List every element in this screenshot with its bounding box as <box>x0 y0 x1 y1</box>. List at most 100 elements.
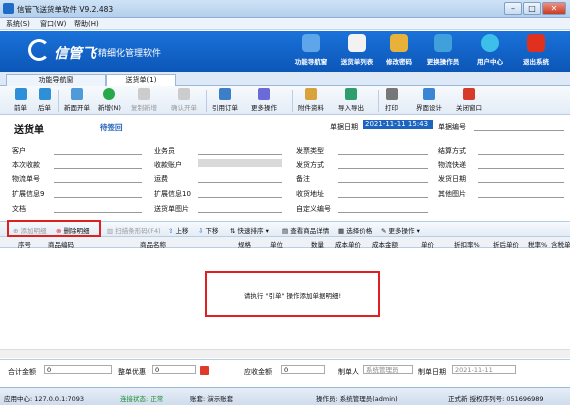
ext-info-10-field[interactable] <box>198 197 282 198</box>
ship-method-field[interactable] <box>338 168 428 169</box>
confirm-icon <box>178 88 190 100</box>
account-label: 收款账户 <box>154 161 182 169</box>
quick-sort-button[interactable]: ⇅ 快速排序 ▾ <box>230 225 269 235</box>
settlement-label: 结算方式 <box>438 147 466 155</box>
monitor-icon <box>302 34 320 52</box>
empty-message: 请执行 "引单" 操作添加单据明细! <box>243 292 342 300</box>
total-field: 0 <box>44 365 112 374</box>
settlement-field[interactable] <box>478 154 564 155</box>
discount-field[interactable]: 0 <box>152 365 196 374</box>
scan-barcode-button[interactable]: ▥ 扫描条形码(F4) <box>107 225 161 235</box>
user-key-icon <box>390 34 408 52</box>
more-actions-button[interactable]: 更多操作 <box>251 88 277 112</box>
invoice-type-field[interactable] <box>338 154 428 155</box>
close-button[interactable]: ✕ <box>542 2 566 15</box>
move-up-button[interactable]: ⇧ 上移 <box>168 225 189 235</box>
date-label: 单据日期 <box>330 123 358 131</box>
users-icon <box>434 34 452 52</box>
freight-field[interactable] <box>198 182 282 183</box>
tab-delivery[interactable]: 送货单(1) <box>106 74 176 86</box>
new-page-button[interactable]: 新面开单 <box>64 88 90 112</box>
license-status: 正式新 授权序列号: 051696989 <box>448 395 544 403</box>
edit-icon[interactable] <box>200 366 209 375</box>
logistics-no-field[interactable] <box>54 182 142 183</box>
maker-field: 系统管理员 <box>363 365 413 374</box>
status-badge: 待签回 <box>100 123 123 132</box>
logistics-express-field[interactable] <box>478 168 564 169</box>
table-icon <box>348 34 366 52</box>
custom-number-field[interactable] <box>338 212 428 213</box>
freight-label: 运费 <box>154 175 168 183</box>
logistics-no-label: 物流单号 <box>12 175 40 183</box>
import-export-button[interactable]: 导入导出 <box>338 88 364 112</box>
remark-field[interactable] <box>338 182 428 183</box>
layout-icon <box>423 88 435 100</box>
new-button[interactable]: 新增(N) <box>98 88 121 112</box>
arrow-down-icon: ⇩ <box>198 227 204 235</box>
layout-design-button[interactable]: 界面设计 <box>416 88 442 112</box>
prev-doc-button[interactable]: 前单 <box>14 88 27 112</box>
banner: 信管飞 精细化管理软件 功能导航窗 送货单列表 修改密码 更换操作员 用户中心 … <box>0 31 570 72</box>
doc-number-field[interactable] <box>474 130 564 131</box>
highlight-box <box>7 220 101 237</box>
power-icon <box>527 34 545 52</box>
next-doc-button[interactable]: 后单 <box>38 88 51 112</box>
nav-switch-operator[interactable]: 更换操作员 <box>418 34 468 70</box>
maximize-button[interactable]: □ <box>523 2 541 15</box>
close-window-button[interactable]: 关闭窗口 <box>456 88 482 112</box>
nav-function-window[interactable]: 功能导航窗 <box>286 34 336 70</box>
maker-label: 制单人 <box>338 368 359 376</box>
customer-label: 客户 <box>12 147 26 155</box>
account-field[interactable] <box>198 159 282 167</box>
attachments-button[interactable]: 附件资料 <box>298 88 324 112</box>
payment-field[interactable] <box>54 168 142 169</box>
nav-user-center[interactable]: 用户中心 <box>465 34 515 70</box>
customer-field[interactable] <box>54 154 142 155</box>
import-order-button[interactable]: 引用订单 <box>212 88 238 112</box>
detail-more-button[interactable]: ✎ 更多操作 ▾ <box>381 225 420 235</box>
print-button[interactable]: 打印 <box>385 88 398 112</box>
ship-address-field[interactable] <box>338 197 428 198</box>
salesman-field[interactable] <box>198 154 282 155</box>
menu-system[interactable]: 系统(S) <box>6 19 30 29</box>
tab-function-window[interactable]: 功能导航窗 <box>6 74 106 86</box>
ship-address-label: 收货地址 <box>296 190 324 198</box>
ext-info-9-field[interactable] <box>54 197 142 198</box>
ship-date-field[interactable] <box>478 182 564 183</box>
nav-exit[interactable]: 退出系统 <box>511 34 561 70</box>
minimize-button[interactable]: – <box>504 2 522 15</box>
custom-number-label: 自定义编号 <box>296 205 331 213</box>
menu-help[interactable]: 帮助(H) <box>74 19 99 29</box>
account-status: 账套: 演示账套 <box>190 395 234 403</box>
document-icon <box>219 88 231 100</box>
nav-change-password[interactable]: 修改密码 <box>374 34 424 70</box>
ship-date-label: 发货日期 <box>438 175 466 183</box>
move-down-button[interactable]: ⇩ 下移 <box>198 225 219 235</box>
copy-new-button[interactable]: 复制新增 <box>131 88 157 112</box>
product-detail-button[interactable]: ▤ 查看商品详情 <box>282 225 329 235</box>
date-field[interactable]: 2021-11-11 15:43 <box>363 120 433 129</box>
empty-message-box: 请执行 "引单" 操作添加单据明细! <box>205 271 380 317</box>
attachment-icon <box>305 88 317 100</box>
more-icon <box>258 88 270 100</box>
logo-text: 信管飞 <box>54 46 96 62</box>
logo-icon <box>28 39 50 61</box>
import-export-icon <box>345 88 357 100</box>
close-window-icon <box>463 88 475 100</box>
globe-icon <box>481 34 499 52</box>
logistics-express-label: 物流快递 <box>438 161 466 169</box>
other-images-field[interactable] <box>478 197 564 198</box>
receivable-label: 应收金额 <box>244 368 272 376</box>
delivery-image-label: 送货单图片 <box>154 205 189 213</box>
other-images-label: 其他图片 <box>438 190 466 198</box>
make-date-label: 制单日期 <box>418 368 446 376</box>
select-price-button[interactable]: ▦ 选择价格 <box>338 225 372 235</box>
confirm-button[interactable]: 确认开单 <box>171 88 197 112</box>
ext-info-10-label: 扩展信息10 <box>154 190 191 198</box>
payment-label: 本次收款 <box>12 161 40 169</box>
discount-label: 整单优惠 <box>118 368 146 376</box>
menu-window[interactable]: 窗口(W) <box>40 19 66 29</box>
delivery-image-field[interactable] <box>198 212 282 213</box>
document-field[interactable] <box>54 212 142 213</box>
horizontal-scrollbar[interactable] <box>0 349 570 358</box>
